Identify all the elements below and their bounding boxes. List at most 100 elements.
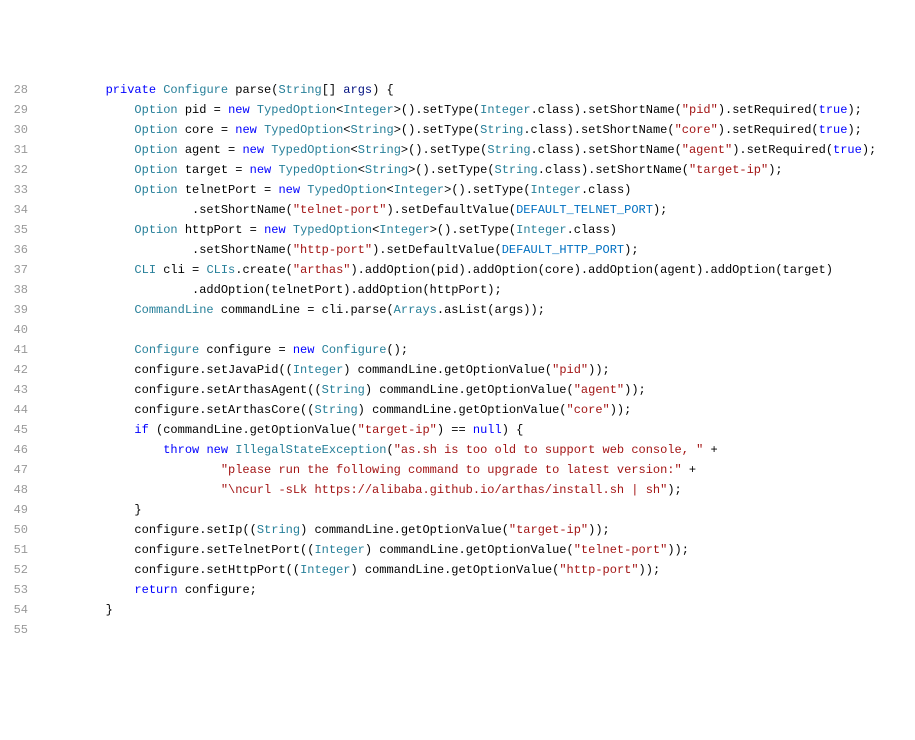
line-number: 50: [0, 520, 28, 540]
code-line[interactable]: .setShortName("http-port").setDefaultVal…: [48, 240, 915, 260]
code-editor[interactable]: 2829303132333435363738394041424344454647…: [0, 80, 915, 640]
token-const: DEFAULT_TELNET_PORT: [516, 203, 653, 217]
line-number: 46: [0, 440, 28, 460]
token-kw: new: [235, 123, 257, 137]
token-cls: String: [495, 163, 538, 177]
token-str: "arthas": [293, 263, 351, 277]
token-cls: TypedOption: [278, 163, 357, 177]
token-str: "core": [567, 403, 610, 417]
token-cls: Integer: [300, 563, 350, 577]
code-line[interactable]: throw new IllegalStateException("as.sh i…: [48, 440, 915, 460]
token-kw: new: [242, 143, 264, 157]
token-cls: String: [365, 163, 408, 177]
code-line[interactable]: Option agent = new TypedOption<String>()…: [48, 140, 915, 160]
token-str: "target-ip": [358, 423, 437, 437]
token-cls: String: [278, 83, 321, 97]
code-line[interactable]: configure.setTelnetPort((Integer) comman…: [48, 540, 915, 560]
token-cls: Option: [134, 123, 177, 137]
token-str: "telnet-port": [293, 203, 387, 217]
code-line[interactable]: .setShortName("telnet-port").setDefaultV…: [48, 200, 915, 220]
line-number: 34: [0, 200, 28, 220]
code-line[interactable]: Option core = new TypedOption<String>().…: [48, 120, 915, 140]
code-line[interactable]: configure.setHttpPort((Integer) commandL…: [48, 560, 915, 580]
token-cls: Integer: [480, 103, 530, 117]
token-cls: String: [358, 143, 401, 157]
token-str: "pid": [552, 363, 588, 377]
token-cls: Integer: [531, 183, 581, 197]
token-bool: true: [819, 123, 848, 137]
token-cls: String: [480, 123, 523, 137]
code-line[interactable]: configure.setIp((String) commandLine.get…: [48, 520, 915, 540]
token-str: "http-port": [293, 243, 372, 257]
code-area[interactable]: private Configure parse(String[] args) {…: [40, 80, 915, 640]
line-number: 53: [0, 580, 28, 600]
line-number: 55: [0, 620, 28, 640]
token-cls: TypedOption: [307, 183, 386, 197]
code-line[interactable]: CommandLine commandLine = cli.parse(Arra…: [48, 300, 915, 320]
line-number: 44: [0, 400, 28, 420]
line-number: 48: [0, 480, 28, 500]
token-kw: new: [264, 223, 286, 237]
token-kw: private: [106, 83, 156, 97]
token-cls: Integer: [516, 223, 566, 237]
token-cls: Option: [134, 183, 177, 197]
line-number: 38: [0, 280, 28, 300]
code-line[interactable]: .addOption(telnetPort).addOption(httpPor…: [48, 280, 915, 300]
line-number-gutter: 2829303132333435363738394041424344454647…: [0, 80, 40, 640]
code-line[interactable]: }: [48, 600, 915, 620]
code-line[interactable]: "please run the following command to upg…: [48, 460, 915, 480]
code-line[interactable]: CLI cli = CLIs.create("arthas").addOptio…: [48, 260, 915, 280]
token-kw: return: [134, 583, 177, 597]
token-cls: Configure: [163, 83, 228, 97]
token-str: "\ncurl -sLk https://alibaba.github.io/a…: [221, 483, 667, 497]
line-number: 45: [0, 420, 28, 440]
line-number: 49: [0, 500, 28, 520]
code-line[interactable]: [48, 320, 915, 340]
line-number: 52: [0, 560, 28, 580]
code-line[interactable]: Configure configure = new Configure();: [48, 340, 915, 360]
line-number: 40: [0, 320, 28, 340]
token-cls: Integer: [394, 183, 444, 197]
token-str: "http-port": [559, 563, 638, 577]
line-number: 42: [0, 360, 28, 380]
token-kw: new: [206, 443, 228, 457]
code-line[interactable]: "\ncurl -sLk https://alibaba.github.io/a…: [48, 480, 915, 500]
code-line[interactable]: [48, 620, 915, 640]
token-kw: new: [293, 343, 315, 357]
line-number: 28: [0, 80, 28, 100]
token-str: "core": [675, 123, 718, 137]
line-number: 33: [0, 180, 28, 200]
token-cls: IllegalStateException: [235, 443, 386, 457]
token-cls: Arrays: [394, 303, 437, 317]
token-cls: TypedOption: [257, 103, 336, 117]
token-cls: String: [314, 403, 357, 417]
code-line[interactable]: Option httpPort = new TypedOption<Intege…: [48, 220, 915, 240]
token-param: args: [343, 83, 372, 97]
token-cls: CLIs: [206, 263, 235, 277]
token-bool: true: [819, 103, 848, 117]
line-number: 30: [0, 120, 28, 140]
code-line[interactable]: Option pid = new TypedOption<Integer>().…: [48, 100, 915, 120]
line-number: 39: [0, 300, 28, 320]
code-line[interactable]: configure.setArthasCore((String) command…: [48, 400, 915, 420]
line-number: 47: [0, 460, 28, 480]
token-cls: String: [257, 523, 300, 537]
token-cls: String: [487, 143, 530, 157]
code-line[interactable]: private Configure parse(String[] args) {: [48, 80, 915, 100]
line-number: 41: [0, 340, 28, 360]
code-line[interactable]: Option telnetPort = new TypedOption<Inte…: [48, 180, 915, 200]
code-line[interactable]: }: [48, 500, 915, 520]
code-line[interactable]: return configure;: [48, 580, 915, 600]
code-line[interactable]: Option target = new TypedOption<String>(…: [48, 160, 915, 180]
token-str: "agent": [682, 143, 732, 157]
token-cls: Integer: [379, 223, 429, 237]
line-number: 35: [0, 220, 28, 240]
token-cls: Option: [134, 143, 177, 157]
code-line[interactable]: configure.setArthasAgent((String) comman…: [48, 380, 915, 400]
token-cls: String: [322, 383, 365, 397]
token-kw: null: [473, 423, 502, 437]
token-kw: if: [134, 423, 148, 437]
token-cls: Configure: [322, 343, 387, 357]
code-line[interactable]: if (commandLine.getOptionValue("target-i…: [48, 420, 915, 440]
code-line[interactable]: configure.setJavaPid((Integer) commandLi…: [48, 360, 915, 380]
